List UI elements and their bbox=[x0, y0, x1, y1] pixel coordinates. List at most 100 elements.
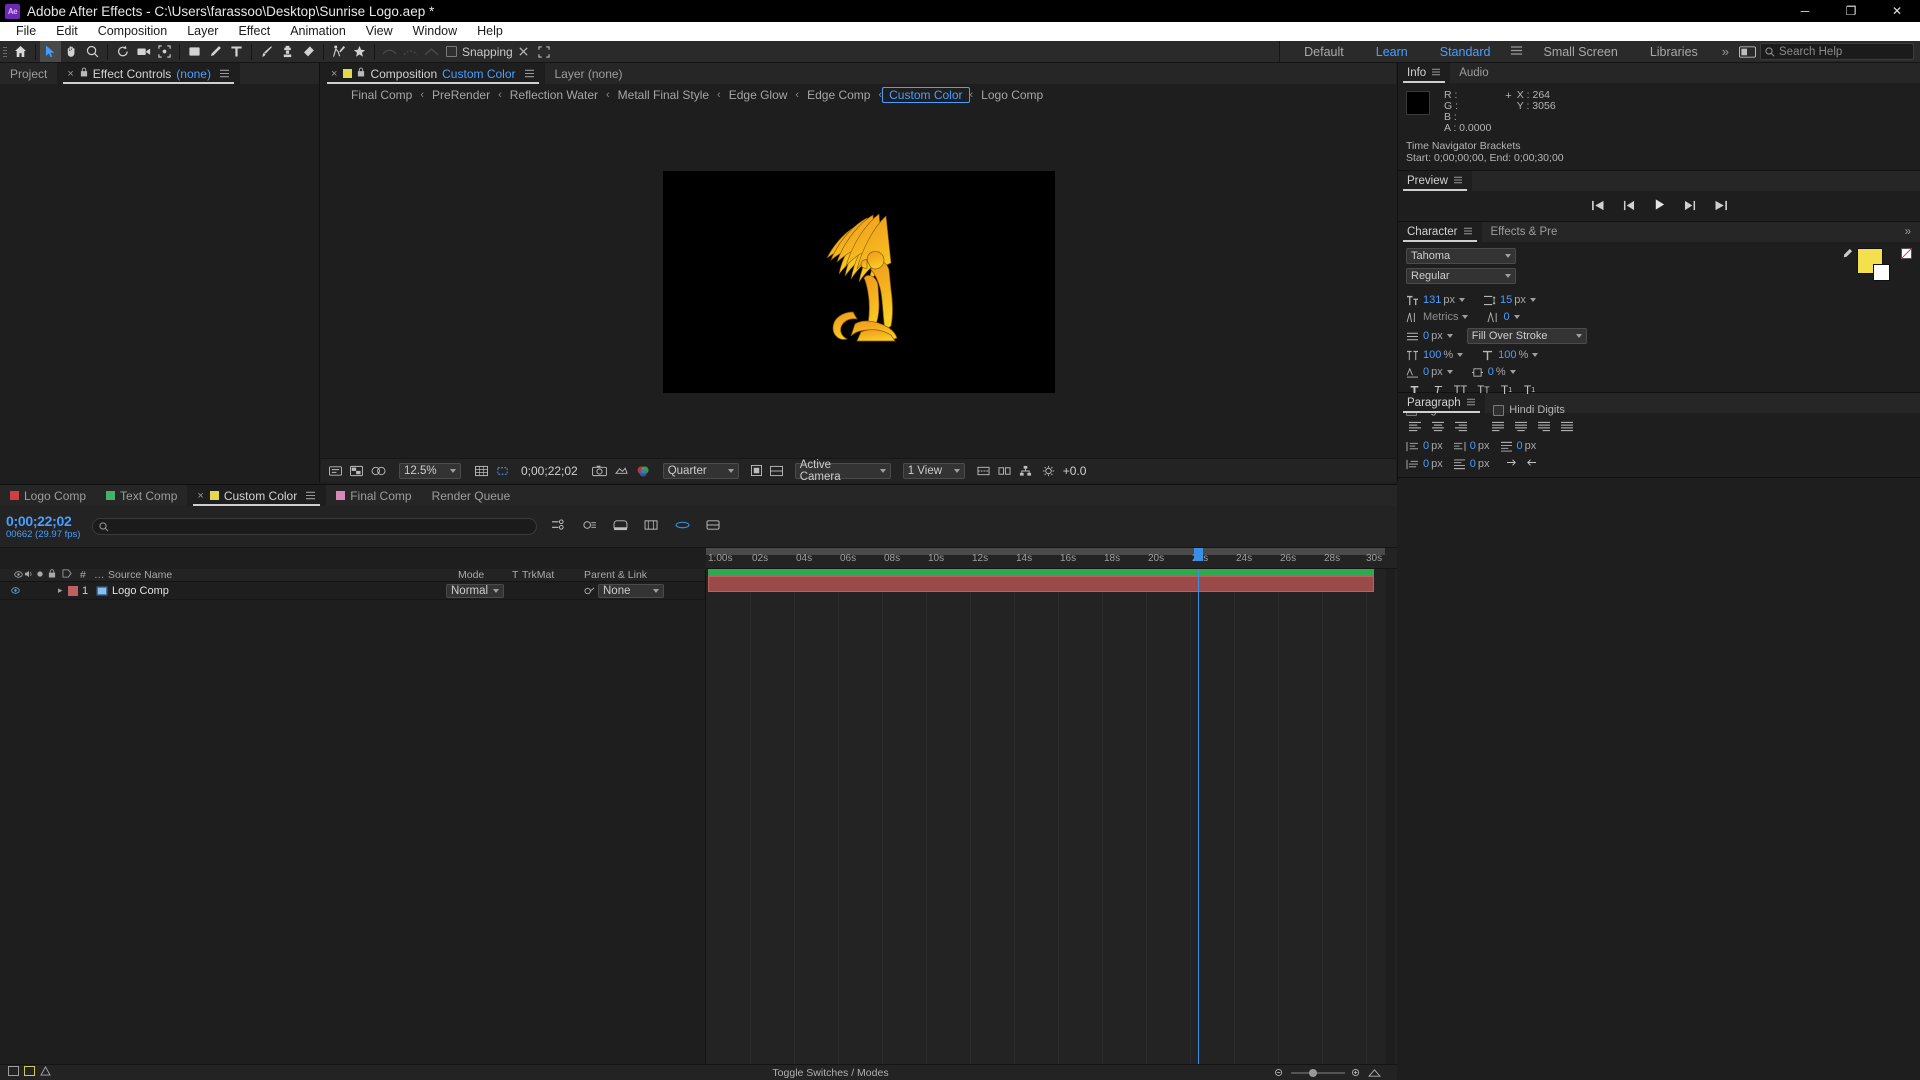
vertical-scale-value[interactable]: 100 bbox=[1423, 349, 1441, 361]
zoom-tool-icon[interactable] bbox=[82, 41, 103, 62]
next-frame-button[interactable] bbox=[1683, 199, 1697, 214]
column-header-parent-link[interactable]: Parent & Link bbox=[580, 569, 660, 581]
tsume-value[interactable]: 0 bbox=[1488, 366, 1494, 378]
timeline-link-icon[interactable] bbox=[998, 465, 1011, 477]
menu-composition[interactable]: Composition bbox=[88, 22, 177, 41]
layer-visibility-icon[interactable] bbox=[10, 587, 20, 594]
toggle-switches-modes-button[interactable]: Toggle Switches / Modes bbox=[772, 1067, 888, 1079]
exposure-value[interactable]: +0.0 bbox=[1063, 464, 1087, 478]
always-preview-icon[interactable] bbox=[329, 465, 342, 477]
timeline-layer-button-icon[interactable] bbox=[24, 1066, 35, 1079]
horizontal-scale-value[interactable]: 100 bbox=[1498, 349, 1516, 361]
snapping-checkbox[interactable] bbox=[446, 46, 457, 57]
justify-last-center-button[interactable] bbox=[1512, 419, 1529, 434]
timeline-comp-button-icon[interactable] bbox=[8, 1066, 19, 1079]
show-snapshot-icon[interactable] bbox=[614, 465, 628, 477]
tab-effects-and-presets[interactable]: Effects & Pre bbox=[1481, 222, 1567, 242]
camera-tool-icon[interactable] bbox=[133, 41, 154, 62]
column-header-source-name[interactable]: Source Name bbox=[104, 569, 454, 581]
menu-file[interactable]: File bbox=[6, 22, 46, 41]
panel-menu-icon[interactable] bbox=[1466, 397, 1476, 409]
timeline-zoom-slider[interactable] bbox=[1274, 1068, 1381, 1078]
lock-icon[interactable] bbox=[357, 67, 365, 80]
snapping-control[interactable]: Snapping bbox=[446, 45, 513, 59]
menu-animation[interactable]: Animation bbox=[280, 22, 356, 41]
timeline-search-input[interactable] bbox=[92, 518, 537, 535]
justify-last-left-button[interactable] bbox=[1489, 419, 1506, 434]
composition-canvas[interactable] bbox=[662, 171, 1055, 393]
viewer-timecode[interactable]: 0;00;22;02 bbox=[521, 464, 578, 478]
toggle-transparency-icon[interactable] bbox=[350, 465, 363, 477]
stroke-color-swatch[interactable] bbox=[1873, 264, 1890, 281]
align-center-button[interactable] bbox=[1429, 419, 1446, 434]
current-time-value[interactable]: 0;00;22;02 bbox=[6, 513, 92, 529]
comp-flowchart-icon[interactable] bbox=[1019, 465, 1032, 477]
magnification-select[interactable]: 12.5% bbox=[399, 462, 461, 479]
puppet-pin-tool-icon[interactable] bbox=[328, 41, 349, 62]
roto-brush-tool-icon[interactable] bbox=[349, 41, 370, 62]
mask-ellipse-icon[interactable] bbox=[379, 41, 400, 62]
current-time-indicator-head[interactable] bbox=[1194, 548, 1203, 561]
tab-paragraph[interactable]: Paragraph bbox=[1398, 393, 1485, 413]
snapping-x-icon[interactable] bbox=[513, 41, 534, 62]
subscript-button[interactable]: T1 bbox=[1521, 382, 1538, 398]
breadcrumb-item-final-comp[interactable]: Final Comp bbox=[343, 88, 420, 102]
leading-value[interactable]: 15 bbox=[1500, 294, 1512, 306]
space-before-value[interactable]: 0 bbox=[1517, 440, 1523, 452]
breadcrumb-item-edge-comp[interactable]: Edge Comp bbox=[799, 88, 878, 102]
breadcrumb-item-metall-final-style[interactable]: Metall Final Style bbox=[610, 88, 717, 102]
chevron-down-icon[interactable] bbox=[1462, 315, 1469, 319]
toolbar-grip[interactable] bbox=[0, 41, 10, 63]
panel-menu-icon[interactable] bbox=[1431, 67, 1441, 79]
column-header-index[interactable]: # bbox=[76, 569, 90, 581]
workspace-standard[interactable]: Standard bbox=[1424, 45, 1507, 59]
mask-flat-icon[interactable] bbox=[421, 41, 442, 62]
exposure-icon[interactable] bbox=[1042, 465, 1055, 477]
pixel-aspect-icon[interactable] bbox=[977, 465, 990, 477]
workspace-overflow-icon[interactable]: » bbox=[1714, 44, 1737, 59]
tab-render-queue[interactable]: Render Queue bbox=[421, 485, 521, 506]
layer-mode-select[interactable]: Normal bbox=[446, 583, 504, 598]
workspace-default[interactable]: Default bbox=[1288, 45, 1360, 59]
layer-label-color[interactable] bbox=[68, 585, 78, 596]
column-header-trkmat[interactable]: TrkMat bbox=[518, 569, 580, 581]
previous-frame-button[interactable] bbox=[1622, 199, 1636, 214]
tab-effect-controls[interactable]: × Effect Controls (none) bbox=[57, 63, 240, 84]
indent-left-value[interactable]: 0 bbox=[1423, 440, 1429, 452]
menu-window[interactable]: Window bbox=[403, 22, 467, 41]
parent-pickwhip-icon[interactable] bbox=[580, 586, 598, 596]
type-tool-icon[interactable] bbox=[226, 41, 247, 62]
lock-icon[interactable] bbox=[80, 67, 88, 80]
brush-tool-icon[interactable] bbox=[256, 41, 277, 62]
timeline-vertical-scrollbar[interactable] bbox=[1386, 569, 1395, 1064]
tab-layer[interactable]: Layer (none) bbox=[544, 63, 633, 84]
transparency-grid-icon[interactable] bbox=[769, 465, 783, 477]
breadcrumb-item-custom-color[interactable]: Custom Color bbox=[882, 87, 970, 103]
close-icon[interactable]: × bbox=[67, 68, 73, 80]
channel-rgb-icon[interactable] bbox=[636, 465, 651, 477]
panel-menu-icon[interactable] bbox=[1453, 175, 1463, 187]
tab-composition[interactable]: × Composition Custom Color bbox=[321, 63, 545, 84]
tab-custom-color[interactable]: × Custom Color bbox=[187, 485, 327, 506]
close-icon[interactable]: × bbox=[197, 490, 203, 502]
selection-tool-icon[interactable] bbox=[40, 41, 61, 62]
comp-mini-flowchart-icon[interactable] bbox=[644, 519, 659, 534]
breadcrumb-item-edge-glow[interactable]: Edge Glow bbox=[721, 88, 796, 102]
chevron-down-icon[interactable] bbox=[1529, 298, 1536, 302]
font-size-value[interactable]: 131 bbox=[1423, 294, 1441, 306]
chevron-down-icon[interactable] bbox=[1446, 334, 1453, 338]
play-button[interactable] bbox=[1653, 198, 1666, 214]
font-family-select[interactable]: Tahoma bbox=[1406, 248, 1516, 264]
rotation-tool-icon[interactable] bbox=[112, 41, 133, 62]
clone-stamp-tool-icon[interactable] bbox=[277, 41, 298, 62]
no-color-icon[interactable] bbox=[1901, 248, 1912, 262]
snapshot-icon[interactable] bbox=[591, 465, 607, 477]
draft-3d-icon[interactable] bbox=[675, 519, 690, 534]
tab-preview[interactable]: Preview bbox=[1398, 171, 1472, 191]
zoom-slider-thumb[interactable] bbox=[1309, 1068, 1317, 1077]
timeline-track-area[interactable]: 1:00s 02s 04s 06s 08s 10s 12s 14s 16s 18… bbox=[706, 548, 1397, 1064]
hindi-digits-checkbox[interactable] bbox=[1493, 404, 1505, 416]
menu-edit[interactable]: Edit bbox=[46, 22, 88, 41]
chevron-down-icon[interactable] bbox=[1532, 353, 1539, 357]
maximize-button[interactable]: ❐ bbox=[1828, 0, 1874, 22]
